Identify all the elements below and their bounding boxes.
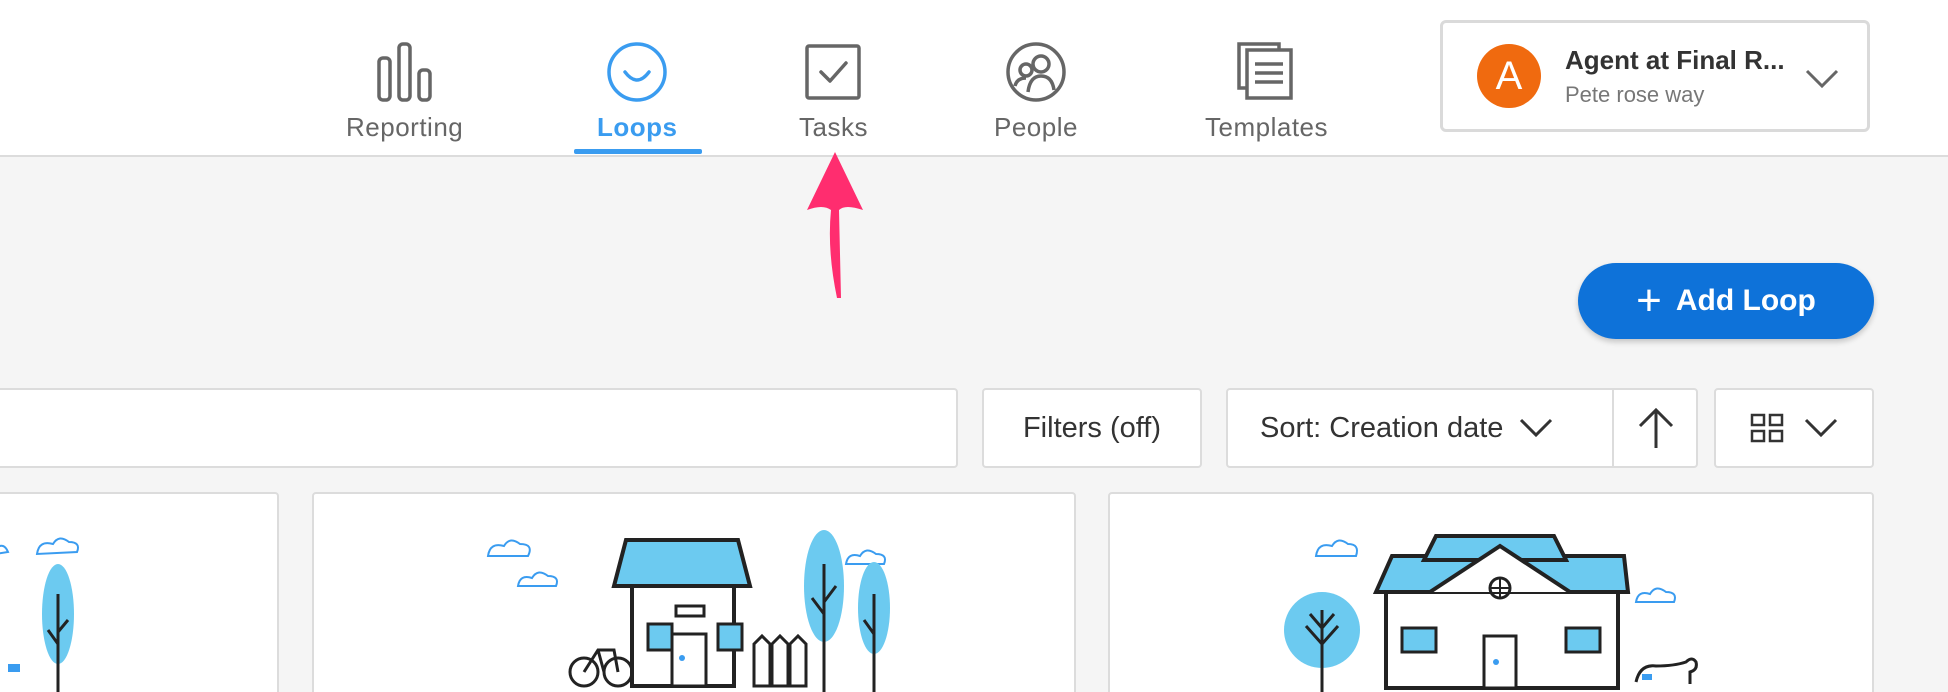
house-illustration-icon [1284, 534, 1698, 692]
sort-dropdown[interactable]: Sort: Creation date [1260, 412, 1610, 445]
nav-item-reporting[interactable]: Reporting [346, 40, 463, 143]
sort-direction-button[interactable] [1614, 390, 1698, 466]
avatar: A [1477, 44, 1541, 108]
nav-item-loops[interactable]: Loops [597, 40, 678, 143]
annotation-arrow-icon [807, 152, 863, 298]
add-loop-label: Add Loop [1675, 284, 1816, 317]
nav-label-templates: Templates [1205, 112, 1328, 142]
account-subtitle: Pete rose way [1565, 81, 1705, 107]
nav-item-tasks[interactable]: Tasks [799, 40, 868, 143]
documents-icon [1236, 42, 1293, 100]
nav-item-people[interactable]: People [994, 40, 1078, 143]
house-illustration-icon [486, 530, 890, 692]
view-mode-dropdown[interactable] [1714, 388, 1874, 468]
plus-icon: + [1636, 276, 1662, 325]
nav-label-loops: Loops [597, 112, 678, 142]
sort-label: Sort: Creation date [1260, 411, 1504, 444]
filters-button[interactable]: Filters (off) [982, 388, 1202, 468]
chevron-down-icon [1520, 418, 1553, 438]
nav-item-templates[interactable]: Templates [1205, 40, 1328, 143]
house-illustration-icon [0, 537, 79, 692]
loop-card[interactable] [1108, 492, 1874, 692]
account-name: Agent at Final R... [1565, 44, 1785, 75]
account-text: Agent at Final R... Pete rose way [1565, 45, 1785, 108]
search-input[interactable] [0, 388, 958, 468]
account-switcher[interactable]: A Agent at Final R... Pete rose way [1440, 20, 1870, 132]
grid-icon [1750, 413, 1784, 443]
nav-label-people: People [994, 112, 1078, 142]
nav-label-reporting: Reporting [346, 112, 464, 142]
bar-chart-icon [376, 42, 432, 102]
top-navigation-bar: Reporting Loops Tasks People Templates A… [0, 0, 1948, 157]
active-tab-indicator [574, 149, 702, 154]
people-icon [1006, 42, 1066, 102]
smile-circle-icon [607, 42, 667, 102]
filters-label: Filters (off) [1022, 411, 1162, 444]
loop-card[interactable] [0, 492, 279, 692]
checkbox-icon [805, 44, 862, 100]
arrow-up-icon [1638, 407, 1674, 448]
sort-control: Sort: Creation date [1226, 388, 1698, 468]
nav-label-tasks: Tasks [799, 112, 868, 142]
chevron-down-icon [1805, 69, 1839, 89]
loop-card[interactable] [312, 492, 1076, 692]
add-loop-button[interactable]: + Add Loop [1578, 263, 1874, 339]
chevron-down-icon [1804, 418, 1838, 438]
